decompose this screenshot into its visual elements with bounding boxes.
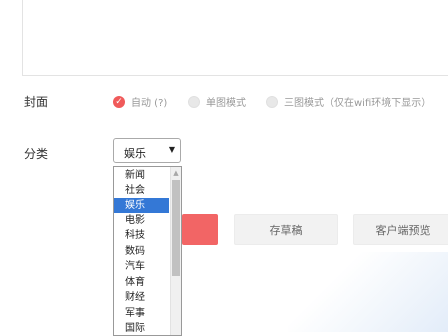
category-option[interactable]: 军事 — [114, 306, 169, 321]
radio-icon — [266, 95, 278, 108]
category-select-value: 娱乐 — [124, 147, 146, 160]
cover-option-auto[interactable]: ✓ 自动 (?) — [113, 94, 167, 109]
dropdown-scrollbar[interactable]: ▲ — [170, 167, 181, 335]
category-option[interactable]: 科技 — [114, 228, 169, 243]
category-option[interactable]: 财经 — [114, 290, 169, 305]
category-option[interactable]: 体育 — [114, 275, 169, 290]
cover-option-triple-label: 三图模式（仅在wifi环境下显示） — [284, 98, 432, 109]
category-option[interactable]: 社会 — [114, 183, 169, 198]
content-textarea[interactable] — [22, 0, 448, 76]
background-decoration — [288, 252, 448, 332]
cover-label: 封面 — [24, 95, 49, 109]
publish-button[interactable] — [182, 214, 218, 245]
category-option-selected[interactable]: 娱乐 — [114, 198, 169, 213]
check-icon: ✓ — [113, 95, 125, 108]
save-draft-button[interactable]: 存草稿 — [234, 214, 338, 245]
scroll-up-arrow-icon[interactable]: ▲ — [171, 167, 181, 179]
category-option[interactable]: 数码 — [114, 244, 169, 259]
scrollbar-thumb[interactable] — [172, 180, 180, 276]
category-option[interactable]: 国际 — [114, 321, 169, 336]
category-label: 分类 — [24, 147, 49, 161]
cover-option-auto-label: 自动 (?) — [131, 98, 168, 109]
category-option[interactable]: 汽车 — [114, 259, 169, 274]
radio-icon — [188, 95, 200, 108]
category-select[interactable]: 娱乐 ▼ — [113, 138, 181, 163]
caret-down-icon: ▼ — [168, 145, 175, 154]
cover-option-single[interactable]: 单图模式 — [188, 94, 246, 109]
cover-option-single-label: 单图模式 — [206, 98, 246, 109]
category-option[interactable]: 电影 — [114, 213, 169, 228]
category-option[interactable]: 新闻 — [114, 168, 169, 183]
cover-option-triple[interactable]: 三图模式（仅在wifi环境下显示） — [266, 94, 431, 109]
category-dropdown-list[interactable]: 新闻 社会 娱乐 电影 科技 数码 汽车 体育 财经 军事 国际 ▲ — [113, 166, 182, 336]
client-preview-button[interactable]: 客户端预览 — [353, 214, 448, 245]
